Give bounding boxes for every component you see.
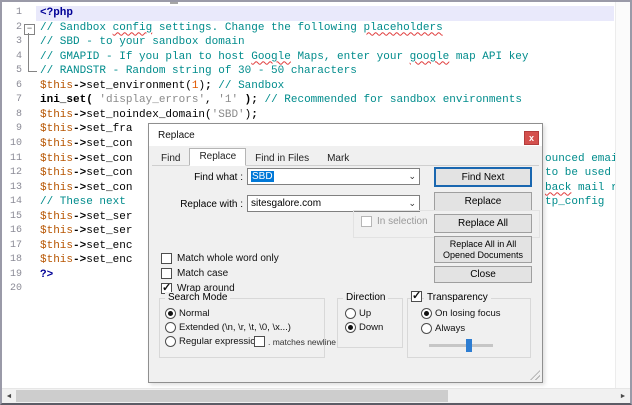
match-whole-word-label: Match whole word only <box>177 253 279 264</box>
line-number: 10 <box>2 137 22 152</box>
line-number: 7 <box>2 93 22 108</box>
match-case-label: Match case <box>177 268 228 279</box>
line-number: 18 <box>2 253 22 268</box>
matches-newline-label: . matches newline <box>268 337 336 347</box>
tab-mark[interactable]: Mark <box>318 151 358 166</box>
chevron-down-icon[interactable]: ⌄ <box>408 169 416 184</box>
transparency-label: Transparency <box>424 292 491 303</box>
matches-newline-checkbox[interactable]: ✓ <box>254 336 265 347</box>
in-selection-label: In selection <box>377 216 428 227</box>
line-number: 13 <box>2 181 22 196</box>
top-tick-decoration <box>170 2 178 4</box>
direction-up-label: Up <box>359 308 371 319</box>
replace-dialog: Replace x Find Replace Find in Files Mar… <box>148 123 543 383</box>
search-mode-regex-label: Regular expression <box>179 336 261 347</box>
direction-up-radio[interactable] <box>345 308 356 319</box>
scroll-left-icon[interactable]: ◄ <box>2 389 16 403</box>
line-number: 4 <box>2 50 22 65</box>
line-number: 19 <box>2 268 22 283</box>
in-selection-checkbox[interactable]: ✓ <box>361 216 372 227</box>
scroll-right-icon[interactable]: ► <box>616 389 630 403</box>
horizontal-scrollbar[interactable]: ◄ ► <box>2 388 630 403</box>
replace-all-opened-button[interactable]: Replace All in All Opened Documents <box>434 236 532 263</box>
code-line: 2// Sandbox config settings. Change the … <box>2 21 614 36</box>
transparency-on-losing-focus-label: On losing focus <box>435 308 500 319</box>
transparency-slider-thumb[interactable] <box>466 339 472 352</box>
line-number: 17 <box>2 239 22 254</box>
close-dialog-button[interactable]: Close <box>434 266 532 283</box>
close-button[interactable]: x <box>524 131 539 145</box>
line-number: 14 <box>2 195 22 210</box>
replace-with-value: sitesgalore.com <box>251 198 321 209</box>
transparency-on-losing-focus-radio[interactable] <box>421 308 432 319</box>
line-number: 11 <box>2 152 22 167</box>
tab-replace[interactable]: Replace <box>189 148 246 166</box>
line-number: 20 <box>2 282 22 297</box>
transparency-always-radio[interactable] <box>421 323 432 334</box>
find-what-combobox[interactable]: SBD ⌄ <box>247 168 420 185</box>
transparency-slider[interactable] <box>429 344 493 347</box>
line-number: 2 <box>2 21 22 36</box>
line-number: 9 <box>2 122 22 137</box>
search-mode-normal-radio[interactable] <box>165 308 176 319</box>
screenshot-frame: 1<?php2// Sandbox config settings. Chang… <box>0 0 632 405</box>
find-what-value: SBD <box>251 171 274 182</box>
horizontal-scroll-thumb[interactable] <box>16 390 448 402</box>
find-what-label: Find what : <box>159 172 243 183</box>
code-line: 3// SBD - to your sandbox domain <box>2 35 614 50</box>
fold-guide-end <box>28 71 37 72</box>
close-icon: x <box>529 134 534 143</box>
dialog-titlebar[interactable] <box>149 124 542 146</box>
direction-down-radio[interactable] <box>345 322 356 333</box>
line-number: 12 <box>2 166 22 181</box>
line-number: 8 <box>2 108 22 123</box>
dialog-resize-grip[interactable] <box>530 370 540 380</box>
code-line: 7ini_set( 'display_errors', '1' ); // Re… <box>2 93 614 108</box>
transparency-checkbox[interactable]: ✓ <box>411 291 422 302</box>
line-number: 16 <box>2 224 22 239</box>
vertical-scrollbar[interactable] <box>615 2 630 389</box>
search-mode-title: Search Mode <box>165 292 230 303</box>
transparency-always-label: Always <box>435 323 465 334</box>
line-number: 5 <box>2 64 22 79</box>
search-mode-regex-radio[interactable] <box>165 336 176 347</box>
code-line: 5// RANDSTR - Random string of 30 - 50 c… <box>2 64 614 79</box>
code-line: 4// GMAPID - If you plan to host Google … <box>2 50 614 65</box>
replace-button[interactable]: Replace <box>434 192 532 211</box>
line-number: 15 <box>2 210 22 225</box>
line-number: 6 <box>2 79 22 94</box>
search-mode-extended-label: Extended (\n, \r, \t, \0, \x...) <box>179 322 291 333</box>
search-mode-extended-radio[interactable] <box>165 322 176 333</box>
direction-title: Direction <box>343 292 388 303</box>
match-whole-word-checkbox[interactable]: ✓ <box>161 253 172 264</box>
replace-with-label: Replace with : <box>159 199 243 210</box>
chevron-down-icon[interactable]: ⌄ <box>408 196 416 211</box>
code-line: 8$this->set_noindex_domain('SBD'); <box>2 108 614 123</box>
find-next-button[interactable]: Find Next <box>434 167 532 187</box>
match-case-checkbox[interactable]: ✓ <box>161 268 172 279</box>
direction-down-label: Down <box>359 322 383 333</box>
fold-guide-line <box>28 33 29 71</box>
line-number: 3 <box>2 35 22 50</box>
fold-collapse-icon[interactable]: − <box>24 24 35 35</box>
code-line: 1<?php <box>2 6 614 21</box>
code-line: 6$this->set_environment(1); // Sandbox <box>2 79 614 94</box>
tab-bar: Find Replace Find in Files Mark <box>152 148 358 166</box>
tab-find[interactable]: Find <box>152 151 189 166</box>
search-mode-normal-label: Normal <box>179 308 210 319</box>
replace-all-button[interactable]: Replace All <box>434 214 532 233</box>
line-number: 1 <box>2 6 22 21</box>
dialog-title: Replace <box>158 130 195 141</box>
tab-find-in-files[interactable]: Find in Files <box>246 151 318 166</box>
